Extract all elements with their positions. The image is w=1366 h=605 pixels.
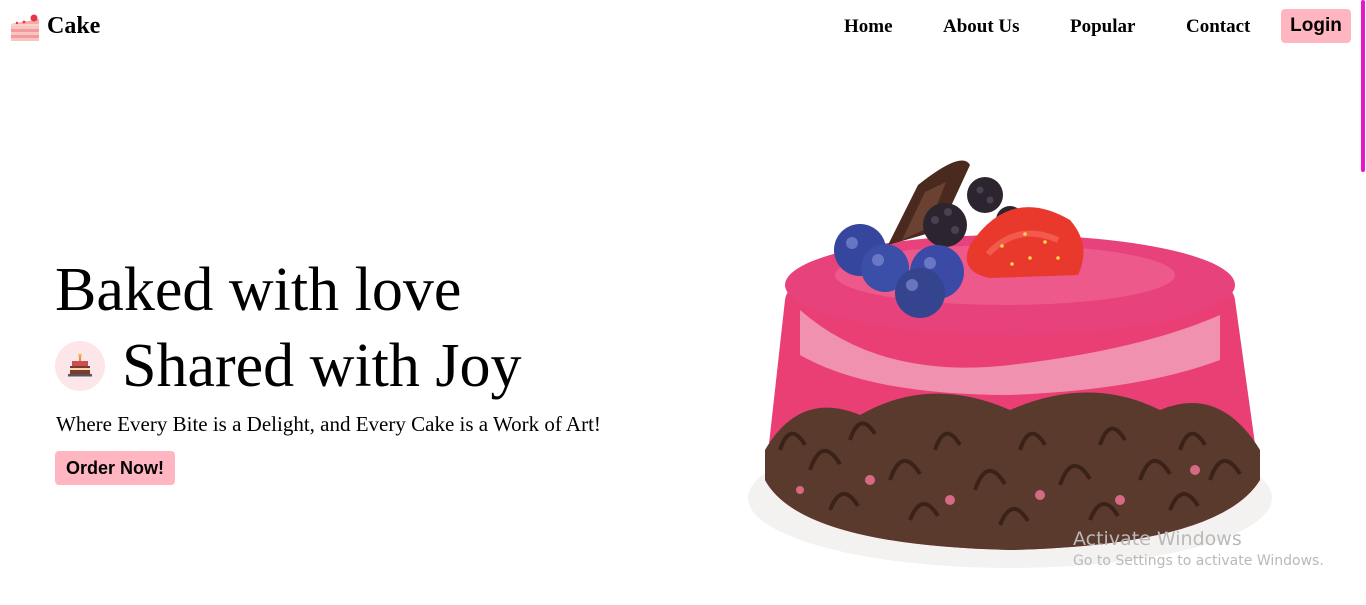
hero-heading-line2: Shared with Joy	[122, 332, 522, 400]
nav-link-about-us[interactable]: About Us	[943, 16, 1020, 38]
nav-link-contact[interactable]: Contact	[1186, 16, 1250, 38]
nav-link-home[interactable]: Home	[844, 16, 893, 38]
cake-image	[748, 160, 1272, 568]
cake-icon	[68, 353, 92, 377]
main-nav: Home About Us Popular Contact	[0, 15, 1366, 45]
hero-badge	[55, 341, 105, 391]
hero-tagline: Where Every Bite is a Delight, and Every…	[56, 412, 601, 436]
order-now-button[interactable]: Order Now!	[55, 451, 175, 485]
scrollbar-thumb[interactable]	[1361, 0, 1365, 172]
login-button[interactable]: Login	[1281, 9, 1351, 43]
watermark-subtitle: Go to Settings to activate Windows.	[1073, 553, 1324, 569]
hero-heading-row2: Shared with Joy	[55, 330, 522, 402]
hero-heading-line1: Baked with love	[55, 256, 462, 324]
nav-link-popular[interactable]: Popular	[1070, 16, 1135, 38]
watermark-title: Activate Windows	[1073, 528, 1242, 550]
windows-activation-watermark: Activate Windows Go to Settings to activ…	[1073, 528, 1324, 569]
